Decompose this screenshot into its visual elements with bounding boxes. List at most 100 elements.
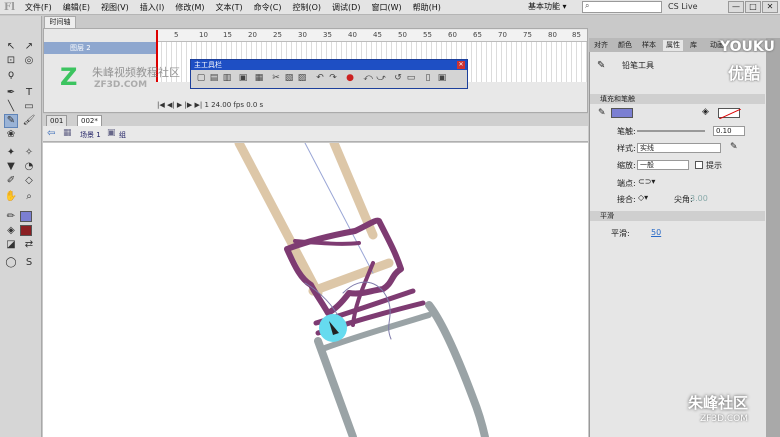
maximize-button[interactable]: □ — [745, 1, 761, 13]
tab-001[interactable]: 001 — [46, 115, 68, 126]
menu-modify[interactable]: 修改(M) — [175, 2, 204, 13]
scale-icon[interactable]: ▭ — [406, 73, 416, 84]
default-colors-icon[interactable]: ◪ — [4, 238, 18, 252]
cap-select-icon[interactable]: ⊂⊃▾ — [638, 177, 655, 186]
tab-properties[interactable]: 属性 — [663, 40, 683, 51]
3d-rotation-tool-icon[interactable]: ◎ — [22, 54, 36, 68]
main-toolbar-title[interactable]: 主工具栏 — [191, 60, 467, 70]
youku-logo: YOUKU — [720, 39, 775, 55]
tab-timeline[interactable]: 时间轴 — [44, 16, 76, 28]
bind-tool-icon[interactable]: ✧ — [22, 146, 36, 160]
stroke-slider[interactable] — [637, 130, 705, 132]
stroke-color-icon: ✏ — [6, 211, 16, 222]
undo-icon[interactable]: ↶ — [315, 73, 325, 84]
distribute-icon[interactable]: ▣ — [437, 73, 447, 84]
menu-insert[interactable]: 插入(I) — [140, 2, 165, 13]
tab-color[interactable]: 颜色 — [615, 40, 635, 51]
menu-edit[interactable]: 编辑(E) — [63, 2, 90, 13]
print-icon[interactable]: ▦ — [254, 73, 264, 84]
group-label[interactable]: 组 — [119, 130, 126, 140]
save-icon[interactable]: ▣ — [238, 73, 248, 84]
menu-view[interactable]: 视图(V) — [101, 2, 129, 13]
stroke-color-swatch[interactable] — [20, 211, 32, 222]
ink-bottle-tool-icon[interactable]: ◔ — [22, 160, 36, 174]
pen-tool-icon[interactable]: ✒ — [4, 86, 18, 100]
snap-magnet-icon[interactable]: ● — [345, 73, 355, 84]
menu-text[interactable]: 文本(T) — [216, 2, 243, 13]
scale-select[interactable]: 一般 — [637, 160, 689, 170]
copy-icon[interactable]: ▧ — [284, 73, 294, 84]
fill-color-swatch[interactable] — [20, 225, 32, 236]
menu-debug[interactable]: 调试(D) — [332, 2, 360, 13]
stage-canvas[interactable] — [43, 143, 588, 437]
search-input[interactable]: ⌕ — [582, 1, 662, 13]
selection-tool-icon[interactable]: ↖ — [4, 40, 18, 54]
cs-live-button[interactable]: CS Live — [668, 2, 698, 11]
deco-tool-icon[interactable]: ❀ — [4, 128, 18, 142]
object-drawing-icon[interactable]: ◯ — [4, 256, 18, 270]
lasso-tool-icon[interactable]: ϙ — [4, 68, 18, 82]
frame-ruler[interactable]: 5 10 15 20 25 30 35 40 45 50 55 60 65 70… — [157, 30, 587, 42]
tab-library[interactable]: 库 — [687, 40, 700, 51]
back-arrow-icon[interactable]: ⇦ — [47, 128, 55, 139]
swap-colors-icon[interactable]: ⇄ — [22, 238, 36, 252]
section-smooth[interactable]: 平滑 — [590, 211, 765, 221]
eraser-tool-icon[interactable]: ◇ — [22, 174, 36, 188]
layer-row[interactable] — [44, 42, 156, 54]
smooth-value[interactable]: 50 — [651, 228, 661, 237]
eyedropper-tool-icon[interactable]: ✐ — [4, 174, 18, 188]
text-tool-icon[interactable]: T — [22, 86, 36, 100]
bone-tool-icon[interactable]: ✦ — [4, 146, 18, 160]
paste-icon[interactable]: ▨ — [297, 73, 307, 84]
tab-align[interactable]: 对齐 — [591, 40, 611, 51]
hint-checkbox[interactable] — [695, 161, 703, 169]
close-icon[interactable]: ✕ — [457, 61, 465, 69]
menu-help[interactable]: 帮助(H) — [413, 2, 441, 13]
scene-label[interactable]: 场景 1 — [80, 130, 101, 140]
free-transform-tool-icon[interactable]: ⊡ — [4, 54, 18, 68]
stroke-color-chip[interactable] — [611, 108, 633, 118]
pencil-tool-icon[interactable]: ✎ — [4, 114, 18, 128]
miter-value[interactable]: 3.00 — [690, 194, 708, 203]
subselection-tool-icon[interactable]: ↗ — [22, 40, 36, 54]
fill-none-chip[interactable] — [718, 108, 742, 120]
menu-bar: Fl 文件(F) 编辑(E) 视图(V) 插入(I) 修改(M) 文本(T) 命… — [0, 0, 780, 15]
menu-control[interactable]: 控制(O) — [293, 2, 322, 13]
tab-swatches[interactable]: 样本 — [639, 40, 659, 51]
cut-icon[interactable]: ✂ — [271, 73, 281, 84]
open-file-icon[interactable]: ▤ — [209, 73, 219, 84]
timeline-controls[interactable]: |◀ ◀| ▶ |▶ ▶| 1 24.00 fps 0.0 s — [157, 101, 397, 111]
edit-stroke-style-icon[interactable]: ✎ — [730, 142, 738, 152]
rotate-icon[interactable]: ↺ — [393, 73, 403, 84]
pencil-tool-icon-large: ✎ — [597, 60, 606, 71]
rectangle-tool-icon[interactable]: ▭ — [22, 100, 36, 114]
style-select[interactable]: 实线 — [637, 143, 721, 153]
watermark-text: 朱峰视频教程社区 — [92, 66, 180, 79]
join-label: 接合: — [617, 195, 636, 204]
line-tool-icon[interactable]: ╲ — [4, 100, 18, 114]
straighten-icon[interactable]: ⤻ — [376, 73, 386, 84]
redo-icon[interactable]: ↷ — [328, 73, 338, 84]
align-icon[interactable]: ▯ — [423, 73, 433, 84]
minimize-button[interactable]: — — [728, 1, 744, 13]
brush-tool-icon[interactable]: 🖌 — [22, 114, 36, 128]
menu-commands[interactable]: 命令(C) — [254, 2, 282, 13]
close-window-button[interactable]: ✕ — [762, 1, 778, 13]
smooth-icon[interactable]: ⤺ — [363, 73, 373, 84]
bridge-icon[interactable]: ▥ — [222, 73, 232, 84]
menu-file[interactable]: 文件(F) — [25, 2, 52, 13]
panel-scrollbar[interactable] — [766, 38, 780, 437]
workspace-switcher[interactable]: 基本功能 ▾ — [528, 1, 576, 13]
paint-bucket-tool-icon[interactable]: ▼ — [4, 160, 18, 174]
layer-name[interactable]: 图层 2 — [70, 43, 91, 53]
new-file-icon[interactable]: ▢ — [196, 73, 206, 84]
hand-tool-icon[interactable]: ✋ — [4, 190, 18, 204]
join-select-icon[interactable]: ◇▾ — [638, 193, 648, 202]
section-fill-stroke[interactable]: 填充和笔触 — [590, 94, 765, 104]
stroke-label: 笔触: — [617, 127, 636, 136]
menu-window[interactable]: 窗口(W) — [371, 2, 401, 13]
zoom-tool-icon[interactable]: ⌕ — [22, 190, 36, 204]
tab-002[interactable]: 002* — [77, 115, 102, 126]
stroke-value-field[interactable]: 0.10 — [713, 126, 745, 136]
smooth-mode-icon[interactable]: S — [22, 256, 36, 270]
